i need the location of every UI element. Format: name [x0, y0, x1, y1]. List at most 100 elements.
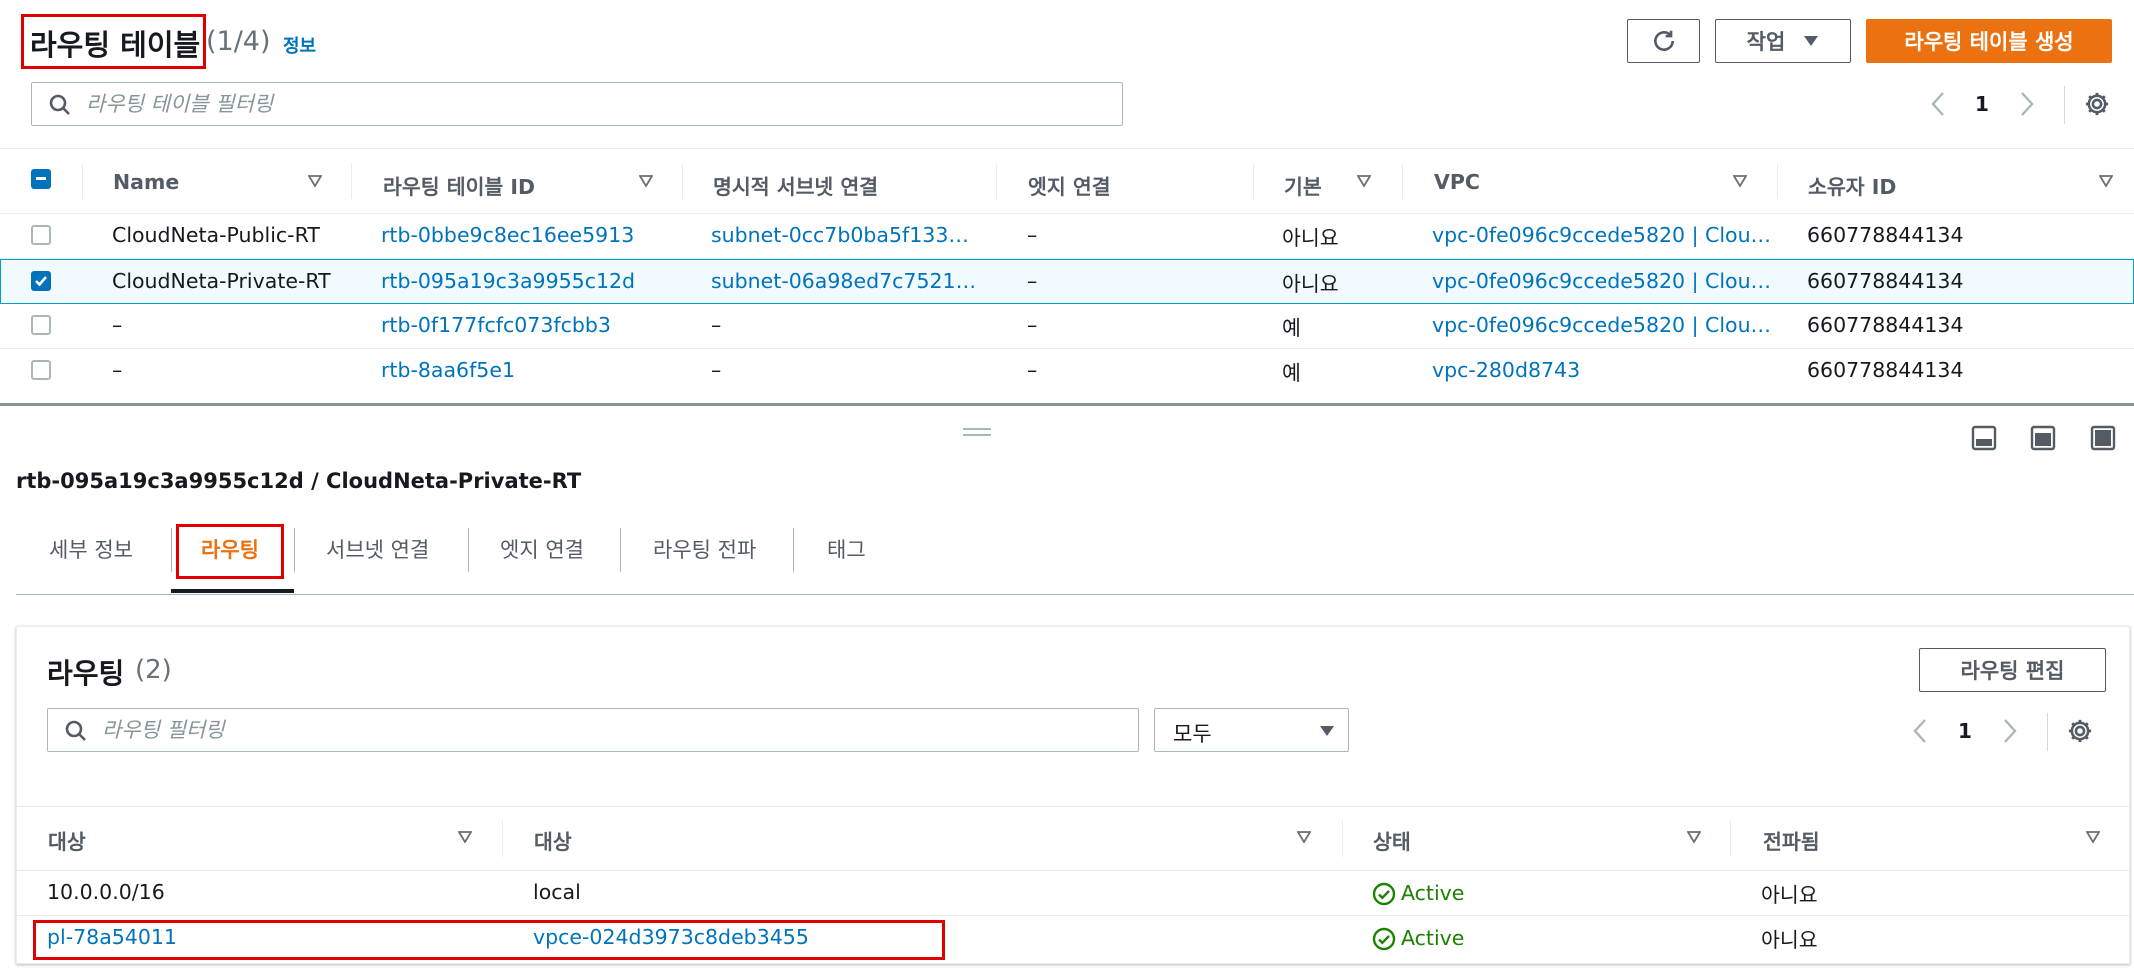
sort-icon[interactable]	[308, 175, 322, 187]
route-propagated: 아니요	[1761, 928, 1818, 952]
col-owner-id[interactable]: 소유자 ID	[1808, 170, 1896, 200]
col-name[interactable]: Name	[113, 170, 179, 194]
row-route-table-id[interactable]: rtb-095a19c3a9955c12d	[381, 269, 635, 293]
split-full-icon[interactable]	[2090, 425, 2116, 451]
active-tab-indicator	[171, 589, 294, 593]
col-explicit-subnet: 명시적 서브넷 연결	[713, 175, 879, 199]
routes-count: (2)	[135, 655, 172, 685]
table-row[interactable]: – rtb-0f177fcfc073fcbb3 – – 예 vpc-0fe096…	[0, 304, 2134, 348]
settings-gear-icon[interactable]	[2083, 90, 2111, 118]
row-owner: 660778844134	[1807, 358, 1964, 382]
col-destination[interactable]: 대상	[48, 825, 86, 855]
table-row[interactable]: 10.0.0.0/16 local Active 아니요	[17, 871, 2129, 915]
row-checkbox[interactable]	[31, 315, 51, 335]
row-checkbox[interactable]	[31, 271, 51, 291]
row-subnet[interactable]: subnet-06a98ed7c7521…	[711, 269, 976, 293]
check-icon	[35, 276, 47, 287]
sort-icon[interactable]	[639, 175, 653, 187]
route-scope-select[interactable]: 모두	[1154, 708, 1349, 752]
row-owner: 660778844134	[1807, 269, 1964, 293]
tab-edge-associations[interactable]: 엣지 연결	[500, 534, 584, 564]
route-target: local	[533, 880, 581, 904]
route-destination: 10.0.0.0/16	[47, 880, 165, 904]
edit-routes-button[interactable]: 라우팅 편집	[1919, 648, 2106, 692]
select-all-checkbox[interactable]	[31, 169, 51, 189]
edit-routes-label: 라우팅 편집	[1960, 659, 2065, 683]
split-bottom-icon[interactable]	[1971, 425, 1997, 451]
next-page-icon[interactable]	[2002, 718, 2018, 744]
sort-icon[interactable]	[1297, 831, 1311, 843]
tab-route-propagation[interactable]: 라우팅 전파	[653, 534, 756, 564]
table-row[interactable]: CloudNeta-Public-RT rtb-0bbe9c8ec16ee591…	[0, 214, 2134, 258]
split-divider[interactable]	[0, 403, 2134, 406]
row-subnet: –	[711, 358, 722, 382]
row-name: CloudNeta-Public-RT	[112, 223, 320, 247]
col-edge-association: 엣지 연결	[1028, 175, 1111, 199]
prev-page-icon[interactable]	[1930, 91, 1946, 117]
page-number[interactable]: 1	[1975, 92, 1989, 116]
row-subnet[interactable]: subnet-0cc7b0ba5f133…	[711, 223, 969, 247]
row-checkbox[interactable]	[31, 225, 51, 245]
row-route-table-id[interactable]: rtb-8aa6f5e1	[381, 358, 515, 382]
next-page-icon[interactable]	[2019, 91, 2035, 117]
tab-subnet-associations[interactable]: 서브넷 연결	[326, 534, 429, 564]
sort-icon[interactable]	[1733, 175, 1747, 187]
row-main: 예	[1282, 316, 1301, 340]
select-value: 모두	[1173, 722, 1212, 746]
route-table-filter-input[interactable]: 라우팅 테이블 필터링	[31, 82, 1123, 126]
row-edge: –	[1027, 358, 1038, 382]
table-row-selected[interactable]: CloudNeta-Private-RT rtb-095a19c3a9955c1…	[0, 259, 2134, 304]
page-number[interactable]: 1	[1958, 719, 1972, 743]
route-status: Active	[1401, 881, 1465, 905]
row-route-table-id[interactable]: rtb-0bbe9c8ec16ee5913	[381, 223, 634, 247]
table-header: Name 라우팅 테이블 ID 명시적 서브넷 연결 엣지 연결 기본 VPC …	[0, 149, 2134, 213]
drag-handle-icon[interactable]	[963, 428, 991, 437]
row-main: 예	[1282, 361, 1301, 385]
col-status[interactable]: 상태	[1373, 825, 1411, 855]
route-status: Active	[1401, 926, 1465, 950]
sort-icon[interactable]	[1687, 831, 1701, 843]
settings-gear-icon[interactable]	[2066, 717, 2094, 745]
col-main[interactable]: 기본	[1284, 170, 1322, 200]
refresh-icon	[1653, 30, 1674, 51]
prev-page-icon[interactable]	[1912, 718, 1928, 744]
route-propagated: 아니요	[1761, 883, 1818, 907]
row-main: 아니요	[1282, 272, 1339, 296]
row-edge: –	[1027, 313, 1038, 337]
status-active-icon	[1372, 882, 1396, 906]
refresh-button[interactable]	[1627, 19, 1700, 63]
row-name: –	[112, 358, 123, 382]
tab-details[interactable]: 세부 정보	[49, 534, 133, 564]
actions-button[interactable]: 작업	[1715, 19, 1851, 63]
sort-icon[interactable]	[458, 831, 472, 843]
sort-icon[interactable]	[2086, 831, 2100, 843]
selection-count: (1/4)	[206, 26, 271, 57]
col-vpc[interactable]: VPC	[1434, 170, 1480, 194]
search-icon	[49, 94, 70, 115]
col-propagated[interactable]: 전파됨	[1763, 825, 1820, 855]
row-name: –	[112, 313, 123, 337]
table-row[interactable]: – rtb-8aa6f5e1 – – 예 vpc-280d8743 660778…	[0, 349, 2134, 393]
col-target[interactable]: 대상	[534, 825, 572, 855]
row-edge: –	[1027, 269, 1038, 293]
route-filter-input[interactable]: 라우팅 필터링	[47, 708, 1139, 752]
sort-icon[interactable]	[1357, 175, 1371, 187]
row-vpc[interactable]: vpc-0fe096c9ccede5820 | Clou…	[1432, 269, 1771, 293]
routes-table-header: 대상 대상 상태 전파됨	[17, 807, 2129, 870]
col-route-table-id[interactable]: 라우팅 테이블 ID	[383, 170, 535, 200]
create-label: 라우팅 테이블 생성	[1904, 30, 2074, 54]
search-icon	[65, 720, 86, 741]
tab-tags[interactable]: 태그	[827, 534, 866, 564]
row-vpc[interactable]: vpc-0fe096c9ccede5820 | Clou…	[1432, 223, 1771, 247]
split-side-icon[interactable]	[2030, 425, 2056, 451]
row-checkbox[interactable]	[31, 360, 51, 380]
row-owner: 660778844134	[1807, 223, 1964, 247]
row-vpc[interactable]: vpc-0fe096c9ccede5820 | Clou…	[1432, 313, 1771, 337]
info-link[interactable]: 정보	[283, 32, 316, 58]
route-row-highlight	[33, 920, 945, 960]
caret-down-icon	[1320, 726, 1334, 736]
row-vpc[interactable]: vpc-280d8743	[1432, 358, 1580, 382]
create-route-table-button[interactable]: 라우팅 테이블 생성	[1866, 19, 2112, 63]
sort-icon[interactable]	[2099, 175, 2113, 187]
row-route-table-id[interactable]: rtb-0f177fcfc073fcbb3	[381, 313, 611, 337]
